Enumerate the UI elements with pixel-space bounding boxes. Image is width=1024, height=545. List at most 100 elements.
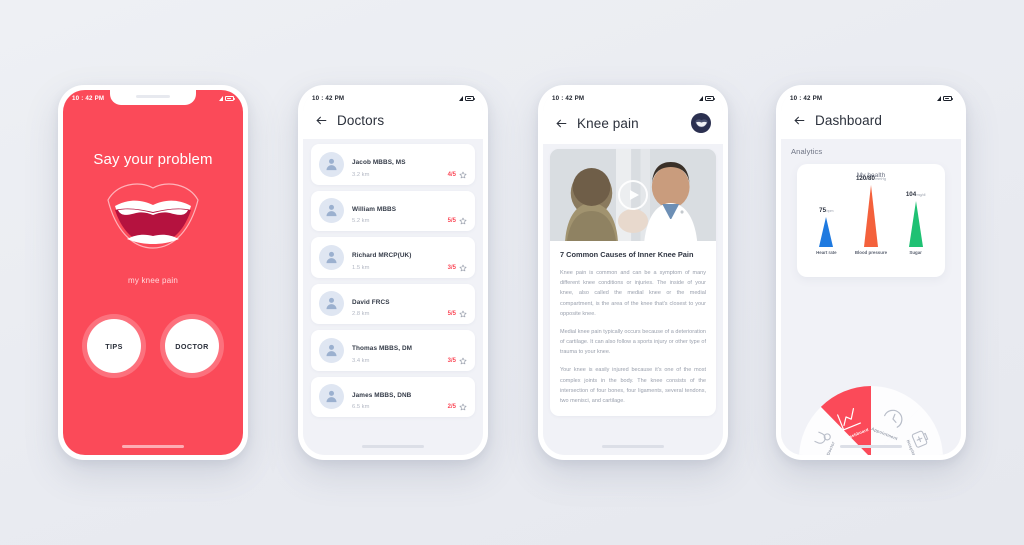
- health-chart-card: My health 75bpm Heart rate 120/80mmHg Bl…: [797, 164, 945, 277]
- doctors-list[interactable]: Jacob MBBS, MS 3.2 km 4/5 William MBBS 5…: [303, 139, 483, 455]
- article-video-thumbnail[interactable]: [550, 149, 716, 241]
- status-icons: [936, 96, 953, 101]
- back-arrow-icon[interactable]: [315, 114, 328, 127]
- doctor-name: Richard MRCP(UK): [352, 252, 412, 259]
- doctor-avatar-icon: [319, 291, 344, 317]
- page-title: Knee pain: [577, 115, 639, 131]
- screen-dashboard: 10 : 42 PM Dashboard Analytics My health: [781, 90, 961, 455]
- signal-icon: [458, 96, 463, 101]
- back-arrow-icon[interactable]: [555, 117, 568, 130]
- screen-doctors: 10 : 42 PM Doctors Jacob MBBS, MS 3.2 km…: [303, 90, 483, 455]
- phone-dashboard: 10 : 42 PM Dashboard Analytics My health: [776, 85, 966, 460]
- status-time: 10 : 42 PM: [790, 95, 823, 102]
- star-outline-icon[interactable]: [459, 310, 467, 318]
- bar-label: Blood pressure: [854, 250, 888, 255]
- tips-button[interactable]: TIPS: [87, 319, 141, 373]
- app-header: Knee pain: [543, 107, 723, 144]
- phone-speak-problem: 10 : 42 PM Say your problem my knee pain: [58, 85, 248, 460]
- table-row[interactable]: Jacob MBBS, MS 3.2 km 4/5: [311, 144, 475, 185]
- bar-label: Sugar: [909, 250, 922, 255]
- doctor-rating[interactable]: 4/5: [448, 171, 467, 179]
- table-row[interactable]: James MBBS, DNB 6.5 km 2/5: [311, 376, 475, 417]
- bar-value: 104mg/dl: [905, 191, 926, 198]
- table-row[interactable]: Richard MRCP(UK) 1.5 km 3/5: [311, 237, 475, 278]
- status-bar: 10 : 42 PM: [781, 90, 961, 107]
- doctor-rating[interactable]: 5/5: [448, 217, 467, 225]
- table-row[interactable]: David FRCS 2.8 km 5/5: [311, 283, 475, 324]
- status-time: 10 : 42 PM: [72, 95, 105, 102]
- battery-icon: [943, 96, 953, 101]
- home-indicator: [362, 444, 424, 448]
- star-outline-icon[interactable]: [459, 217, 467, 225]
- status-bar: 10 : 42 PM: [303, 90, 483, 107]
- status-time: 10 : 42 PM: [552, 95, 585, 102]
- status-icons: [218, 96, 235, 101]
- bar-label: Heart rate: [816, 250, 837, 255]
- status-bar: 10 : 42 PM: [543, 90, 723, 107]
- rating-value: 5/5: [447, 311, 456, 317]
- battery-icon: [705, 96, 715, 101]
- page-title: Dashboard: [815, 113, 882, 128]
- page-title: Doctors: [337, 113, 385, 128]
- screen-knee-pain: 10 : 42 PM Knee pain 7 Common Causes of …: [543, 90, 723, 455]
- battery-icon: [465, 96, 475, 101]
- rating-value: 3/5: [447, 357, 456, 364]
- bar-column: 104mg/dl Sugar: [894, 191, 938, 255]
- star-outline-icon[interactable]: [459, 357, 467, 365]
- problem-transcript: my knee pain: [128, 276, 178, 285]
- bar-value: 75bpm: [819, 207, 834, 214]
- doctor-rating[interactable]: 3/5: [448, 357, 467, 365]
- rating-value: 5/5: [447, 218, 456, 224]
- signal-icon: [936, 96, 941, 101]
- bar-value: 120/80mmHg: [855, 175, 886, 182]
- doctor-rating[interactable]: 2/5: [448, 403, 467, 411]
- article-body[interactable]: 7 Common Causes of Inner Knee Pain Knee …: [543, 144, 723, 455]
- status-time: 10 : 42 PM: [312, 95, 345, 102]
- doctor-name: Jacob MBBS, MS: [352, 159, 406, 166]
- status-icons: [698, 96, 715, 101]
- article-card: 7 Common Causes of Inner Knee Pain Knee …: [550, 149, 716, 417]
- lips-illustration-wrap: [63, 182, 243, 252]
- rating-value: 2/5: [447, 404, 456, 410]
- doctor-button[interactable]: DOCTOR: [165, 319, 219, 373]
- status-icons: [458, 96, 475, 101]
- signal-icon: [218, 96, 223, 101]
- bar-shape: [819, 217, 834, 247]
- play-icon[interactable]: [618, 180, 648, 210]
- bar-shape: [908, 201, 923, 247]
- doctor-avatar-icon: [319, 244, 344, 270]
- star-outline-icon[interactable]: [459, 171, 467, 179]
- doctor-avatar-icon: [319, 384, 344, 410]
- bar-column: 75bpm Heart rate: [804, 207, 848, 255]
- page-title: Say your problem: [93, 151, 213, 168]
- table-row[interactable]: Thomas MBBS, DM 3.4 km 3/5: [311, 330, 475, 371]
- lips-icon[interactable]: [105, 182, 201, 252]
- article-paragraph: Your knee is easily injured because it's…: [560, 367, 706, 404]
- doctor-name: Thomas MBBS, DM: [352, 345, 413, 352]
- doctor-name: David FRCS: [352, 298, 390, 306]
- mockup-stage: 10 : 42 PM Say your problem my knee pain: [0, 0, 1024, 545]
- doctor-avatar-icon: [319, 198, 344, 224]
- doctor-name: William MBBS: [352, 205, 397, 213]
- bar-group: 75bpm Heart rate 120/80mmHg Blood pressu…: [804, 175, 938, 255]
- home-indicator: [840, 444, 902, 448]
- home-indicator: [122, 444, 184, 448]
- phone-doctors-list: 10 : 42 PM Doctors Jacob MBBS, MS 3.2 km…: [298, 85, 488, 460]
- home-indicator: [602, 444, 664, 448]
- doctor-rating[interactable]: 3/5: [448, 264, 467, 272]
- article-paragraph: Medial knee pain typically occurs becaus…: [560, 328, 706, 356]
- battery-icon: [225, 96, 235, 101]
- table-row[interactable]: William MBBS 5.2 km 5/5: [311, 190, 475, 231]
- rating-value: 3/5: [447, 264, 456, 271]
- phone-article: 10 : 42 PM Knee pain 7 Common Causes of …: [538, 85, 728, 460]
- star-outline-icon[interactable]: [459, 403, 467, 411]
- doctor-rating[interactable]: 5/5: [448, 310, 467, 318]
- rating-value: 4/5: [447, 171, 456, 178]
- back-arrow-icon[interactable]: [793, 114, 806, 127]
- app-header: Doctors: [303, 107, 483, 139]
- chart-plot-area: 75bpm Heart rate 120/80mmHg Blood pressu…: [804, 175, 938, 271]
- lips-avatar-icon[interactable]: [691, 113, 711, 133]
- star-outline-icon[interactable]: [459, 264, 467, 272]
- article-heading: 7 Common Causes of Inner Knee Pain: [560, 250, 694, 259]
- dashboard-body: Analytics My health 75bpm Heart rate 120…: [781, 139, 961, 455]
